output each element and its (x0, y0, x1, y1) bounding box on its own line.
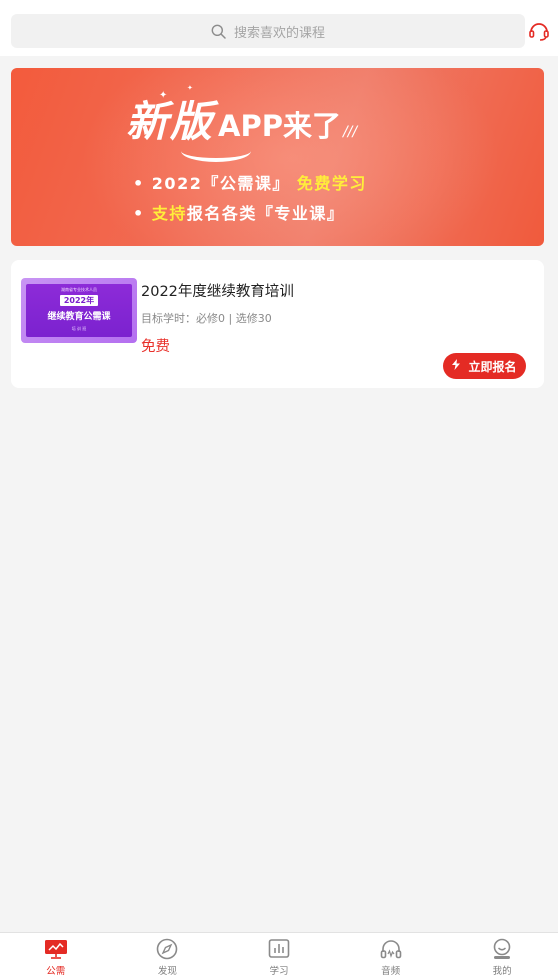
banner-title-deco: /// (342, 124, 358, 140)
profile-icon (491, 938, 513, 960)
banner-swoosh (181, 140, 251, 162)
banner-line-1-highlight: 免费学习 (296, 174, 367, 193)
banner-line-1: • 2022『公需课』 免费学习 (133, 170, 367, 194)
study-chart-icon (268, 938, 290, 960)
thumbnail-top-text: 湖南省专业技术人员 (61, 287, 97, 292)
search-placeholder: 搜索喜欢的课程 (233, 25, 325, 41)
banner-title-app: APP来了 (218, 109, 341, 143)
tab-audio[interactable]: 音频 (335, 933, 447, 977)
course-thumbnail[interactable]: 湖南省专业技术人员 2022年 继续教育公需课 培 训 班 (21, 278, 137, 343)
tab-label: 我的 (492, 966, 512, 977)
headset-icon[interactable] (528, 20, 550, 42)
tab-label: 公需 (46, 966, 66, 977)
course-card[interactable]: 湖南省专业技术人员 2022年 继续教育公需课 培 训 班 2022年度继续教育… (11, 260, 544, 388)
thumbnail-year: 2022年 (60, 295, 98, 306)
course-hours: 目标学时：必修0 | 选修30 (141, 312, 272, 325)
banner-line-2: • 支持报名各类『专业课』 (133, 200, 344, 224)
tab-public-course[interactable]: 公需 (0, 933, 112, 977)
enroll-button-label: 立即报名 (468, 359, 517, 374)
headphones-icon (380, 938, 402, 960)
tab-study[interactable]: 学习 (223, 933, 335, 977)
banner-line-2-text: 报名各类『专业课』 (186, 204, 345, 223)
thumbnail-bottom-text: 培 训 班 (71, 326, 87, 331)
banner-line-2-highlight: 支持 (151, 204, 187, 223)
tab-label: 音频 (381, 966, 401, 977)
bottom-tab-bar: 公需 发现 学习 音频 我的 (0, 932, 558, 977)
tab-profile[interactable]: 我的 (446, 933, 558, 977)
banner-line-2-bullet: • (133, 204, 145, 223)
public-course-icon (44, 938, 67, 960)
course-price: 免费 (141, 339, 170, 355)
course-title[interactable]: 2022年度继续教育培训 (141, 280, 294, 301)
lightning-icon (452, 359, 461, 373)
banner-line-1-text: • 2022『公需课』 (133, 174, 290, 193)
tab-label: 发现 (157, 966, 177, 977)
thumbnail-main-text: 继续教育公需课 (47, 312, 111, 322)
tab-label: 学习 (269, 966, 289, 977)
thumbnail-poster: 湖南省专业技术人员 2022年 继续教育公需课 培 训 班 (26, 284, 132, 337)
enroll-button[interactable]: 立即报名 (443, 353, 526, 379)
search-icon (211, 24, 226, 39)
compass-icon (156, 938, 178, 960)
top-bar: 搜索喜欢的课程 (0, 0, 558, 56)
search-bar[interactable]: 搜索喜欢的课程 (11, 14, 525, 48)
tab-discover[interactable]: 发现 (112, 933, 224, 977)
promo-banner[interactable]: ✦ ✦ 新版 APP来了 /// • 2022『公需课』 免费学习 • 支持报名… (11, 68, 544, 246)
